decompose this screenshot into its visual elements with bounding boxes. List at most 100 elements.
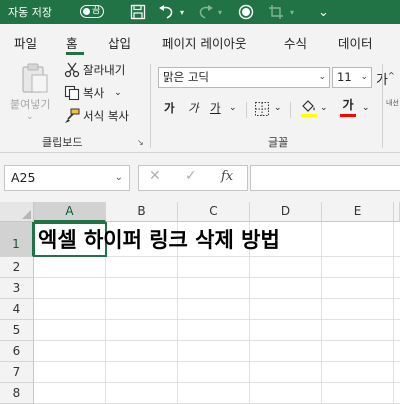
grid-cell[interactable] <box>250 341 322 362</box>
grid-cell[interactable] <box>250 257 322 278</box>
bold-button[interactable]: 가 <box>164 100 175 116</box>
select-all-button[interactable] <box>0 202 34 222</box>
row-header-8[interactable]: 8 <box>0 383 34 404</box>
row-header-4[interactable]: 4 <box>0 299 34 320</box>
column-header-e[interactable]: E <box>322 202 394 222</box>
grid-cell[interactable] <box>322 383 394 404</box>
tab-page-layout[interactable]: 페이지 레이아웃 <box>162 33 246 52</box>
column-header-d[interactable]: D <box>250 202 322 222</box>
tab-home[interactable]: 홈 <box>66 33 78 52</box>
grid-cell[interactable] <box>394 320 400 341</box>
grid-cell[interactable] <box>34 257 106 278</box>
grid-cell[interactable] <box>322 222 394 257</box>
grow-font-button[interactable]: 가^ <box>376 69 395 88</box>
grid-cell[interactable] <box>250 320 322 341</box>
italic-button[interactable]: 가 <box>188 100 199 116</box>
undo-icon[interactable] <box>158 0 176 24</box>
fill-color-icon[interactable] <box>300 98 318 118</box>
grid-cell[interactable] <box>394 299 400 320</box>
format-painter-button[interactable]: 서식 복사 <box>64 108 129 124</box>
cut-button[interactable]: 잘라내기 <box>64 62 125 78</box>
font-color-button[interactable]: 가 <box>340 96 356 117</box>
grid-cell[interactable] <box>322 257 394 278</box>
close-icon[interactable]: ✕ <box>149 168 161 184</box>
grid-cell[interactable] <box>34 362 106 383</box>
fill-color-dropdown-icon[interactable]: ⌄ <box>320 103 328 113</box>
grid-cell[interactable] <box>106 299 178 320</box>
tab-data[interactable]: 데이터 <box>338 33 373 52</box>
grid-cell[interactable] <box>34 383 106 404</box>
grid-cell[interactable] <box>394 222 400 257</box>
row-header-2[interactable]: 2 <box>0 257 34 278</box>
grid-cell[interactable] <box>178 341 250 362</box>
grid-cell[interactable] <box>394 278 400 299</box>
clipboard-launcher-icon[interactable]: ↘ <box>137 138 144 147</box>
grid-cell[interactable] <box>394 341 400 362</box>
row-header-5[interactable]: 5 <box>0 320 34 341</box>
grid-cell[interactable] <box>394 362 400 383</box>
grid-cell[interactable] <box>250 362 322 383</box>
tab-insert[interactable]: 삽입 <box>108 33 131 52</box>
grid-cell[interactable] <box>106 278 178 299</box>
grid-cell[interactable] <box>34 341 106 362</box>
autosave-toggle[interactable]: 끔 <box>80 5 104 18</box>
underline-dropdown-icon[interactable]: ⌄ <box>229 103 237 113</box>
grid-cell[interactable] <box>34 278 106 299</box>
font-size-select[interactable]: 11 ⌄ <box>332 67 372 88</box>
underline-button[interactable]: 가 <box>210 100 221 116</box>
grid-cell[interactable] <box>250 383 322 404</box>
column-header-a[interactable]: A <box>34 202 106 222</box>
paste-button[interactable]: 붙여넣기 <box>10 96 50 112</box>
tab-formulas[interactable]: 수식 <box>284 33 307 52</box>
redo-icon[interactable] <box>196 0 214 24</box>
crop-dropdown-icon[interactable]: ▾ <box>290 0 294 24</box>
font-color-dropdown-icon[interactable]: ⌄ <box>362 103 370 113</box>
save-icon[interactable] <box>130 0 146 24</box>
grid-cell[interactable] <box>106 257 178 278</box>
grid-cell[interactable] <box>178 278 250 299</box>
row-header-3[interactable]: 3 <box>0 278 34 299</box>
tab-file[interactable]: 파일 <box>14 33 37 52</box>
formula-input[interactable] <box>250 165 400 191</box>
column-header-b[interactable]: B <box>106 202 178 222</box>
copy-button[interactable]: 복사 ⌄ <box>64 85 122 101</box>
redo-dropdown-icon[interactable]: ▾ <box>218 0 222 24</box>
grid-cell[interactable] <box>178 320 250 341</box>
grid-cell[interactable] <box>178 362 250 383</box>
grid-cell[interactable] <box>178 299 250 320</box>
check-icon[interactable]: ✓ <box>185 168 197 184</box>
grid-cell[interactable] <box>34 299 106 320</box>
crop-icon[interactable] <box>268 0 284 24</box>
grid-cell[interactable] <box>322 362 394 383</box>
grid-cell[interactable] <box>178 257 250 278</box>
paste-dropdown-icon[interactable]: ⌄ <box>26 112 34 122</box>
paste-icon[interactable] <box>20 62 50 94</box>
column-header-f[interactable] <box>394 202 400 222</box>
grid-cell[interactable] <box>34 320 106 341</box>
borders-icon[interactable] <box>254 101 270 117</box>
copy-dropdown-icon[interactable]: ⌄ <box>114 88 122 98</box>
row-header-7[interactable]: 7 <box>0 362 34 383</box>
undo-dropdown-icon[interactable]: ▾ <box>180 0 184 24</box>
font-name-select[interactable]: 맑은 고딕 ⌄ <box>158 67 330 88</box>
grid-cell[interactable] <box>322 278 394 299</box>
grid-cell[interactable] <box>394 383 400 404</box>
grid-cell[interactable] <box>250 278 322 299</box>
grid-cell[interactable] <box>106 362 178 383</box>
alignment-group-cutoff[interactable]: 내선 <box>386 98 400 108</box>
name-box[interactable]: A25 ⌄ <box>4 165 130 191</box>
insert-function-icon[interactable]: fx <box>221 169 233 184</box>
circle-icon[interactable] <box>238 0 254 24</box>
grid-cell[interactable] <box>250 299 322 320</box>
borders-dropdown-icon[interactable]: ⌄ <box>274 103 282 113</box>
column-header-c[interactable]: C <box>178 202 250 222</box>
grid-cell[interactable] <box>322 299 394 320</box>
grid-cell[interactable] <box>106 341 178 362</box>
grid-cell[interactable] <box>322 320 394 341</box>
grid-cell[interactable] <box>394 257 400 278</box>
grid-cell[interactable] <box>178 383 250 404</box>
row-header-1[interactable]: 1 <box>0 222 34 257</box>
grid-cell[interactable] <box>322 341 394 362</box>
customize-toolbar-icon[interactable]: ⌄ <box>318 0 329 24</box>
grid-cell[interactable] <box>106 320 178 341</box>
